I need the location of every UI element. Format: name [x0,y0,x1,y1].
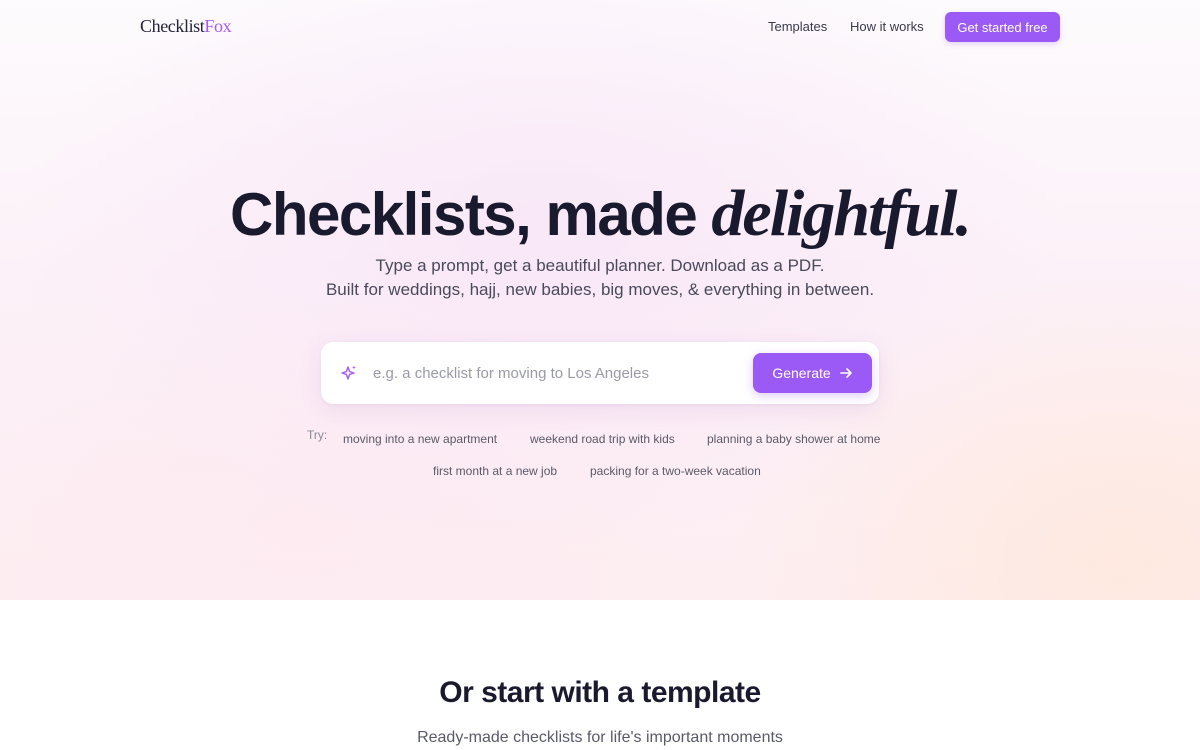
suggestion-chip[interactable]: moving into a new apartment [343,432,497,446]
suggestion-chip[interactable]: weekend road trip with kids [530,432,675,446]
generate-button-label: Generate [772,365,831,381]
suggestions-label: Try: [307,428,328,442]
templates-section-title: Or start with a template [439,676,761,709]
logo[interactable]: Checklist Fox [140,16,232,37]
sparkle-icon [341,364,357,382]
headline-main-text: Checklists, made [230,181,712,248]
nav-link-how-it-works[interactable]: How it works [850,19,924,34]
generate-button[interactable]: Generate [753,353,872,393]
hero-subtitle-line-1: Type a prompt, get a beautiful planner. … [375,256,825,275]
suggestion-chip[interactable]: packing for a two-week vacation [590,464,761,478]
hero-background [0,0,1200,600]
arrow-right-icon [839,366,853,380]
suggestion-chip[interactable]: first month at a new job [433,464,557,478]
logo-text-accent: Fox [204,16,232,36]
suggestion-chip[interactable]: planning a baby shower at home [707,432,880,446]
get-started-button[interactable]: Get started free [945,12,1060,42]
prompt-input[interactable] [373,358,743,388]
logo-text-primary: Checklist [140,16,205,36]
nav-link-templates[interactable]: Templates [768,19,827,34]
templates-section-subtitle: Ready-made checklists for life's importa… [417,729,783,746]
prompt-search-box: Generate [321,342,879,404]
hero-subtitle-line-2: Built for weddings, hajj, new babies, bi… [325,280,875,299]
hero-headline: Checklists, made delightful. [0,178,1200,251]
headline-accent-text: delightful. [711,177,972,250]
